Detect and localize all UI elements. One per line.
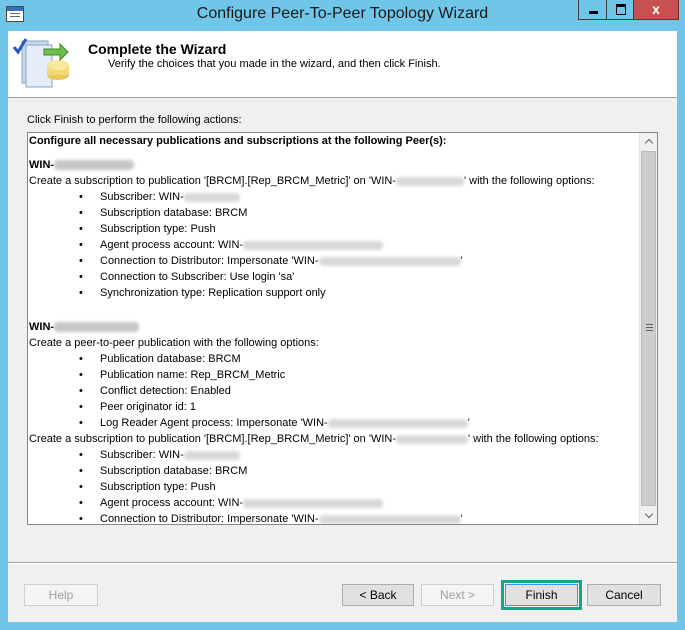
redacted-text (396, 176, 464, 186)
maximize-button[interactable] (606, 0, 634, 20)
publication-options-list: Publication database: BRCM Publication n… (29, 351, 639, 431)
peer-name-prefix: WIN- (29, 159, 55, 171)
scroll-thumb[interactable] (641, 151, 656, 506)
list-item: Connection to Distributor: Impersonate '… (29, 253, 639, 269)
list-item: Subscription type: Push (29, 221, 639, 237)
list-item: Agent process account: WIN- (29, 237, 639, 253)
option-text: Subscription database: BRCM (100, 207, 248, 219)
option-text: Peer originator id: 1 (100, 401, 196, 413)
subscription-options-list: Subscriber: WIN- Subscription database: … (29, 447, 639, 525)
instruction-label: Click Finish to perform the following ac… (27, 114, 242, 126)
option-text: Connection to Distributor: Impersonate '… (100, 513, 319, 525)
option-text: Connection to Distributor: Impersonate '… (100, 255, 319, 267)
list-item: Connection to Distributor: Impersonate '… (29, 511, 639, 525)
list-item: Subscription database: BRCM (29, 205, 639, 221)
redacted-text (396, 434, 468, 444)
subscription-line-end: ' with the following options: (468, 433, 599, 445)
list-item: Subscription type: Push (29, 479, 639, 495)
p2p-publication-line: Create a peer-to-peer publication with t… (29, 337, 319, 349)
finish-button[interactable]: Finish (505, 584, 578, 606)
next-button[interactable]: Next > (421, 584, 494, 606)
list-item: Log Reader Agent process: Impersonate 'W… (29, 415, 639, 431)
list-item: Agent process account: WIN- (29, 495, 639, 511)
page-title: Complete the Wizard (88, 41, 227, 57)
option-text: Agent process account: WIN- (100, 239, 244, 251)
summary-text: Configure all necessary publications and… (29, 133, 639, 525)
page-subtitle: Verify the choices that you made in the … (108, 58, 441, 70)
subscription-line-start: Create a subscription to publication '[B… (29, 175, 396, 187)
peer-name-prefix: WIN- (29, 321, 55, 333)
redacted-text (54, 322, 140, 333)
peer-name: WIN- (29, 157, 639, 173)
option-text: Subscriber: WIN- (100, 191, 184, 203)
redacted-text (327, 418, 468, 428)
list-item: Subscription database: BRCM (29, 463, 639, 479)
cancel-button[interactable]: Cancel (587, 584, 661, 606)
option-text: Publication database: BRCM (100, 353, 241, 365)
option-text: Log Reader Agent process: Impersonate 'W… (100, 417, 328, 429)
close-button[interactable]: x (633, 0, 679, 20)
button-divider (8, 562, 677, 564)
title-bar[interactable]: Configure Peer-To-Peer Topology Wizard x (0, 0, 685, 28)
option-text: Publication name: Rep_BRCM_Metric (100, 369, 286, 381)
list-item: Connection to Subscriber: Use login 'sa' (29, 269, 639, 285)
list-item: Subscriber: WIN- (29, 447, 639, 463)
redacted-text (318, 514, 461, 524)
vertical-scrollbar[interactable] (639, 133, 657, 524)
redacted-text (243, 498, 384, 508)
list-item: Publication name: Rep_BRCM_Metric (29, 367, 639, 383)
summary-heading: Configure all necessary publications and… (29, 135, 447, 147)
option-text: Connection to Subscriber: Use login 'sa' (100, 271, 295, 283)
subscription-options-list: Subscriber: WIN- Subscription database: … (29, 189, 639, 301)
option-text-end: ' (460, 255, 463, 267)
wizard-window: Configure Peer-To-Peer Topology Wizard x… (0, 0, 685, 630)
subscription-line-start: Create a subscription to publication '[B… (29, 433, 396, 445)
option-text-end: ' (460, 513, 463, 525)
option-text-end: ' (467, 417, 470, 429)
option-text: Subscription type: Push (100, 481, 216, 493)
wizard-header: Complete the Wizard Verify the choices t… (8, 31, 677, 98)
actions-summary-box[interactable]: Configure all necessary publications and… (27, 132, 658, 525)
wizard-checklist-icon (12, 38, 69, 88)
minimize-button[interactable] (578, 0, 607, 20)
subscription-line: Create a subscription to publication '[B… (29, 173, 639, 189)
redacted-text (183, 450, 240, 460)
option-text: Agent process account: WIN- (100, 497, 244, 509)
subscription-line-end: ' with the following options: (464, 175, 595, 187)
back-button[interactable]: < Back (342, 584, 414, 606)
option-text: Subscriber: WIN- (100, 449, 184, 461)
list-item: Peer originator id: 1 (29, 399, 639, 415)
option-text: Synchronization type: Replication suppor… (100, 287, 326, 299)
redacted-text (54, 160, 135, 171)
help-button[interactable]: Help (24, 584, 98, 606)
list-item: Subscriber: WIN- (29, 189, 639, 205)
option-text: Subscription database: BRCM (100, 465, 248, 477)
list-item: Synchronization type: Replication suppor… (29, 285, 639, 301)
list-item: Conflict detection: Enabled (29, 383, 639, 399)
peer-name: WIN- (29, 319, 639, 335)
list-item: Publication database: BRCM (29, 351, 639, 367)
close-icon: x (652, 1, 660, 17)
redacted-text (243, 240, 384, 250)
redacted-text (183, 192, 240, 202)
option-text: Conflict detection: Enabled (100, 385, 231, 397)
scroll-up-icon[interactable] (641, 134, 656, 149)
subscription-line: Create a subscription to publication '[B… (29, 431, 639, 447)
redacted-text (318, 256, 461, 266)
wizard-client-area: Complete the Wizard Verify the choices t… (8, 31, 677, 622)
scroll-down-icon[interactable] (641, 508, 656, 523)
option-text: Subscription type: Push (100, 223, 216, 235)
